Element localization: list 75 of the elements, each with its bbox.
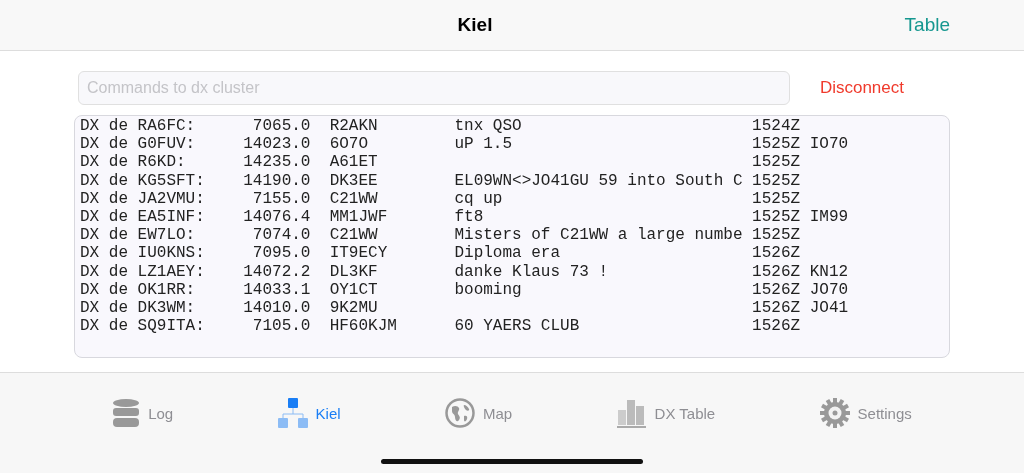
spotter-text: DX de EW7LO:	[80, 226, 197, 245]
frequency-text: 14190.0	[242, 171, 312, 190]
time-text: 1526Z	[752, 317, 802, 336]
frequency-text: 14076.4	[242, 208, 312, 227]
spotter-text: DX de IU0KNS:	[80, 244, 206, 263]
frequency-text: 14072.2	[242, 262, 312, 281]
tab[interactable]: Log	[106, 397, 180, 429]
comment-text: EL09WN<>JO41GU 59 into South C	[454, 171, 744, 190]
settings-icon	[819, 398, 850, 428]
frequency-text: 7155.0	[251, 189, 312, 208]
comment-text: cq up	[454, 189, 504, 208]
callsign-text: DL3KF	[329, 262, 379, 281]
callsign-text: DK3EE	[329, 171, 379, 190]
comment-text: Diploma era	[454, 244, 562, 263]
locator-text: IO70	[809, 135, 850, 154]
spotter-text: DX de R6KD:	[80, 153, 187, 172]
comment-text: tnx QSO	[454, 117, 523, 136]
comment-text: ft8	[454, 208, 485, 227]
tab[interactable]: Settings	[813, 397, 918, 429]
frequency-text: 14010.0	[242, 299, 312, 318]
time-text: 1525Z	[752, 171, 802, 190]
frequency-text: 7105.0	[251, 317, 312, 336]
comment-text: 60 YAERS CLUB	[454, 317, 581, 336]
comment-text: Misters of C21WW a large numbe	[454, 226, 744, 245]
time-text: 1525Z	[752, 153, 802, 172]
time-text: 1525Z	[752, 135, 802, 154]
frequency-text: 7065.0	[251, 117, 312, 136]
bar-chart-icon	[616, 398, 647, 428]
time-text: 1526Z	[752, 280, 802, 300]
tab[interactable]: Map	[439, 397, 519, 429]
spotter-text: DX de EA5INF:	[80, 208, 206, 227]
locator-text: KN12	[809, 262, 850, 281]
frequency-text: 14023.0	[242, 135, 312, 154]
frequency-text: 14235.0	[242, 153, 312, 172]
locator-text: JO41	[809, 299, 850, 318]
database-icon	[112, 398, 141, 428]
frequency-text: 7074.0	[251, 226, 312, 245]
spotter-text: DX de DK3WM:	[80, 299, 197, 318]
callsign-text: MM1JWF	[329, 208, 389, 227]
locator-text: IM99	[809, 208, 850, 227]
callsign-text: C21WW	[329, 226, 379, 245]
table-link[interactable]: Table	[904, 14, 950, 36]
spotter-text: DX de OK1RR:	[80, 280, 197, 300]
time-text: 1525Z	[752, 189, 802, 208]
callsign-text: IT9ECY	[329, 244, 389, 263]
tab[interactable]: DX Table	[610, 397, 722, 429]
callsign-text: 9K2MU	[329, 299, 379, 318]
time-text: 1526Z	[752, 244, 802, 263]
spotter-text: DX de SQ9ITA:	[80, 317, 206, 336]
spotter-text: DX de KG5SFT:	[80, 171, 206, 190]
time-text: 1526Z	[752, 299, 802, 318]
globe-icon	[445, 398, 475, 428]
spotter-text: DX de LZ1AEY:	[80, 262, 206, 281]
frequency-text: 7095.0	[251, 244, 312, 263]
callsign-text: OY1CT	[329, 280, 379, 300]
tab[interactable]: Kiel	[271, 397, 347, 429]
time-text: 1524Z	[752, 117, 802, 136]
spotter-text: DX de RA6FC:	[80, 117, 197, 136]
time-text: 1525Z	[752, 208, 802, 227]
time-text: 1525Z	[752, 226, 802, 245]
comment-text: uP 1.5	[454, 135, 514, 154]
disconnect-button[interactable]: Disconnect	[819, 78, 950, 98]
spotter-text: DX de G0FUV:	[80, 135, 197, 154]
comment-text: booming	[454, 280, 523, 300]
frequency-text: 14033.1	[242, 280, 312, 300]
spotter-text: DX de JA2VMU:	[80, 189, 206, 208]
screen-title: Kiel	[457, 14, 493, 36]
callsign-text: 6O7O	[329, 135, 370, 154]
comment-text: danke Klaus 73 !	[454, 262, 610, 281]
callsign-text: A61ET	[329, 153, 379, 172]
locator-text: JO70	[809, 280, 850, 300]
time-text: 1526Z	[752, 262, 802, 281]
callsign-text: HF60KJM	[329, 317, 398, 336]
callsign-text: R2AKN	[329, 117, 379, 136]
callsign-text: C21WW	[329, 189, 379, 208]
